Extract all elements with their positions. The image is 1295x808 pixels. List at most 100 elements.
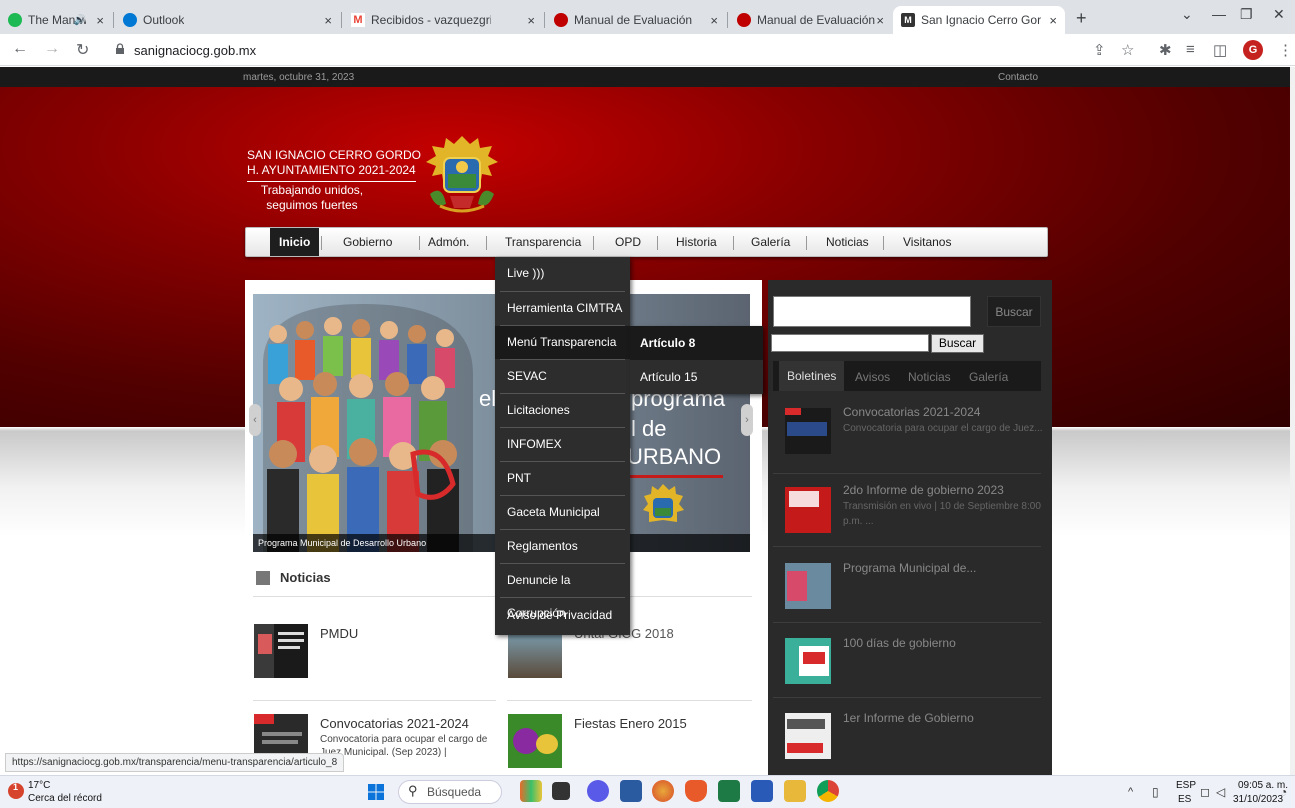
dropdown-item-denuncie[interactable]: Denuncie la Corrupción [495, 564, 630, 620]
device-icon[interactable]: ▯ [1152, 785, 1159, 799]
clock-date[interactable]: 31/10/2023 [1233, 794, 1283, 805]
dropdown-item-infomex[interactable]: INFOMEX [495, 428, 630, 461]
sidebar-thumbnail[interactable] [785, 638, 831, 684]
search-input-secondary[interactable] [771, 334, 929, 352]
submenu-item-articulo-15[interactable]: Artículo 15 [630, 360, 763, 394]
dropdown-item-licitaciones[interactable]: Licitaciones [495, 394, 630, 427]
notification-icon[interactable]: ◔ [1280, 785, 1287, 799]
slider-next-icon[interactable]: › [741, 404, 753, 436]
nav-noticias[interactable]: Noticias [826, 235, 869, 249]
firefox-icon[interactable] [652, 780, 674, 802]
nav-gobierno[interactable]: Gobierno [343, 235, 392, 249]
sidebar-item-title[interactable]: Programa Municipal de... [843, 561, 976, 575]
nav-visitanos[interactable]: Visitanos [903, 235, 951, 249]
sidebar-item-title[interactable]: 1er Informe de Gobierno [843, 711, 974, 725]
sidebar-thumbnail[interactable] [785, 408, 831, 454]
browser-tab-spotify[interactable]: The Man with the A 🔊 × [0, 6, 112, 34]
nav-galeria[interactable]: Galería [751, 235, 790, 249]
keyboard-layout[interactable]: ES [1178, 794, 1191, 805]
reload-icon[interactable]: ↻ [76, 40, 89, 60]
profile-avatar[interactable]: G [1243, 40, 1263, 60]
bookmark-star-icon[interactable]: ☆ [1121, 41, 1134, 59]
widgets-icon[interactable] [520, 780, 542, 802]
slider-prev-icon[interactable]: ‹ [249, 404, 261, 436]
audio-icon[interactable]: 🔊 [74, 15, 86, 26]
side-panel-icon[interactable]: ◫ [1213, 41, 1227, 59]
dropdown-item-gaceta[interactable]: Gaceta Municipal [495, 496, 630, 529]
submenu-item-articulo-8[interactable]: Artículo 8 [630, 326, 763, 360]
browser-tab-manual-2[interactable]: Manual de Evaluación d × [729, 6, 892, 34]
weather-temperature[interactable]: 17°C [28, 780, 50, 791]
page-scrollbar[interactable] [1290, 67, 1295, 775]
chrome-icon[interactable] [817, 780, 839, 802]
municipal-crest-icon[interactable] [422, 134, 502, 216]
minimize-icon[interactable]: — [1212, 6, 1226, 22]
nav-historia[interactable]: Historia [676, 235, 717, 249]
teams-chat-icon[interactable] [587, 780, 609, 802]
new-tab-button[interactable]: + [1076, 8, 1087, 29]
brave-icon[interactable] [685, 780, 707, 802]
search-button[interactable]: Buscar [987, 296, 1041, 327]
restore-icon[interactable]: ❐ [1240, 6, 1253, 23]
tab-noticias[interactable]: Noticias [908, 370, 951, 384]
lock-icon[interactable] [115, 43, 125, 54]
network-icon[interactable]: ◻ [1200, 785, 1210, 799]
forward-icon[interactable]: → [44, 40, 60, 58]
url-field[interactable]: sanignaciocg.gob.mx [134, 43, 256, 58]
news-title[interactable]: Fiestas Enero 2015 [574, 716, 687, 731]
sidebar-item-title[interactable]: 2do Informe de gobierno 2023 [843, 483, 1004, 497]
reading-list-icon[interactable]: ≡ [1186, 41, 1195, 58]
sidebar-thumbnail[interactable] [785, 487, 831, 533]
dropdown-item-live[interactable]: Live ))) [495, 257, 630, 290]
share-icon[interactable]: ⇪ [1093, 41, 1106, 59]
sidebar-item-title[interactable]: 100 días de gobierno [843, 636, 956, 650]
sidebar-thumbnail[interactable] [785, 713, 831, 759]
tab-search-icon[interactable]: ⌄ [1181, 6, 1193, 23]
dropdown-item-pnt[interactable]: PNT [495, 462, 630, 495]
browser-tab-outlook[interactable]: Outlook × [115, 6, 340, 34]
tab-galeria[interactable]: Galería [969, 370, 1008, 384]
input-language[interactable]: ESP [1176, 780, 1196, 791]
windows-start-icon[interactable] [368, 784, 384, 800]
dropdown-item-reglamentos[interactable]: Reglamentos [495, 530, 630, 563]
contact-link[interactable]: Contacto [998, 72, 1038, 83]
nav-admon[interactable]: Admón. [428, 235, 469, 249]
close-icon[interactable]: × [324, 13, 332, 28]
close-icon[interactable]: × [1049, 13, 1057, 28]
store-icon[interactable] [620, 780, 642, 802]
weather-description[interactable]: Cerca del récord [28, 793, 102, 804]
window-close-icon[interactable]: ✕ [1273, 6, 1285, 23]
menu-kebab-icon[interactable]: ⋮ [1278, 41, 1293, 59]
dropdown-item-cimtra[interactable]: Herramienta CIMTRA [495, 292, 630, 325]
search-input[interactable] [773, 296, 971, 327]
news-title[interactable]: PMDU [320, 626, 358, 641]
browser-tab-manual-1[interactable]: Manual de Evaluación d × [546, 6, 726, 34]
tab-boletines[interactable]: Boletines [779, 361, 845, 391]
close-icon[interactable]: × [876, 13, 884, 28]
browser-tab-active[interactable]: M San Ignacio Cerro Gord × [893, 6, 1065, 34]
search-button-secondary[interactable]: Buscar [931, 334, 984, 353]
word-icon[interactable] [751, 780, 773, 802]
volume-icon[interactable]: ◁ [1216, 785, 1225, 799]
dropdown-item-sevac[interactable]: SEVAC [495, 360, 630, 393]
dropdown-item-aviso-privacidad[interactable]: Aviso de Privacidad [495, 599, 630, 632]
sidebar-item-title[interactable]: Convocatorias 2021-2024 [843, 405, 980, 419]
task-view-icon[interactable] [552, 782, 570, 800]
nav-opd[interactable]: OPD [615, 235, 641, 249]
file-explorer-icon[interactable] [784, 780, 806, 802]
nav-transparencia[interactable]: Transparencia [505, 235, 581, 249]
news-thumbnail-fiestas[interactable] [508, 714, 562, 768]
sidebar-thumbnail[interactable] [785, 563, 831, 609]
tab-avisos[interactable]: Avisos [855, 370, 890, 384]
extensions-icon[interactable]: ✱ [1159, 41, 1172, 59]
browser-tab-gmail[interactable]: M Recibidos - vazquezgris × [343, 6, 543, 34]
close-icon[interactable]: × [710, 13, 718, 28]
news-thumbnail-pmdu[interactable] [254, 624, 308, 678]
nav-inicio[interactable]: Inicio [270, 228, 320, 256]
dropdown-item-menu-transparencia[interactable]: Menú Transparencia [495, 326, 630, 359]
tray-overflow-icon[interactable]: ^ [1128, 786, 1133, 798]
excel-icon[interactable] [718, 780, 740, 802]
news-title[interactable]: Convocatorias 2021-2024 [320, 716, 469, 731]
back-icon[interactable]: ← [12, 40, 28, 58]
close-icon[interactable]: × [96, 13, 104, 28]
